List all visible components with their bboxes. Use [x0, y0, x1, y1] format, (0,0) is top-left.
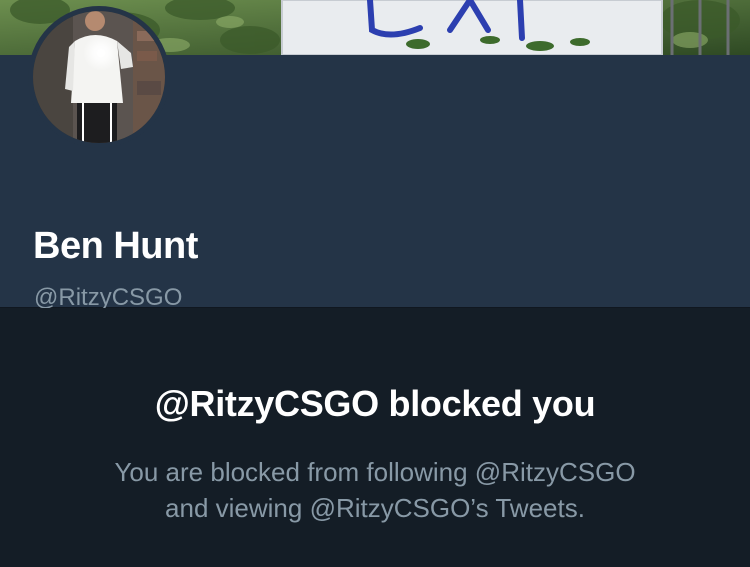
profile-avatar[interactable]	[28, 6, 170, 148]
profile-page: Ben Hunt @RitzyCSGO @RitzyCSGO blocked y…	[0, 0, 750, 567]
blocked-description-line-2: and viewing @RitzyCSGO’s Tweets.	[165, 493, 585, 523]
blocked-notice: @RitzyCSGO blocked you You are blocked f…	[0, 308, 750, 567]
blocked-title: @RitzyCSGO blocked you	[154, 383, 596, 424]
profile-display-name: Ben Hunt	[33, 225, 198, 267]
blocked-description-line-1: You are blocked from following @RitzyCSG…	[114, 457, 636, 487]
